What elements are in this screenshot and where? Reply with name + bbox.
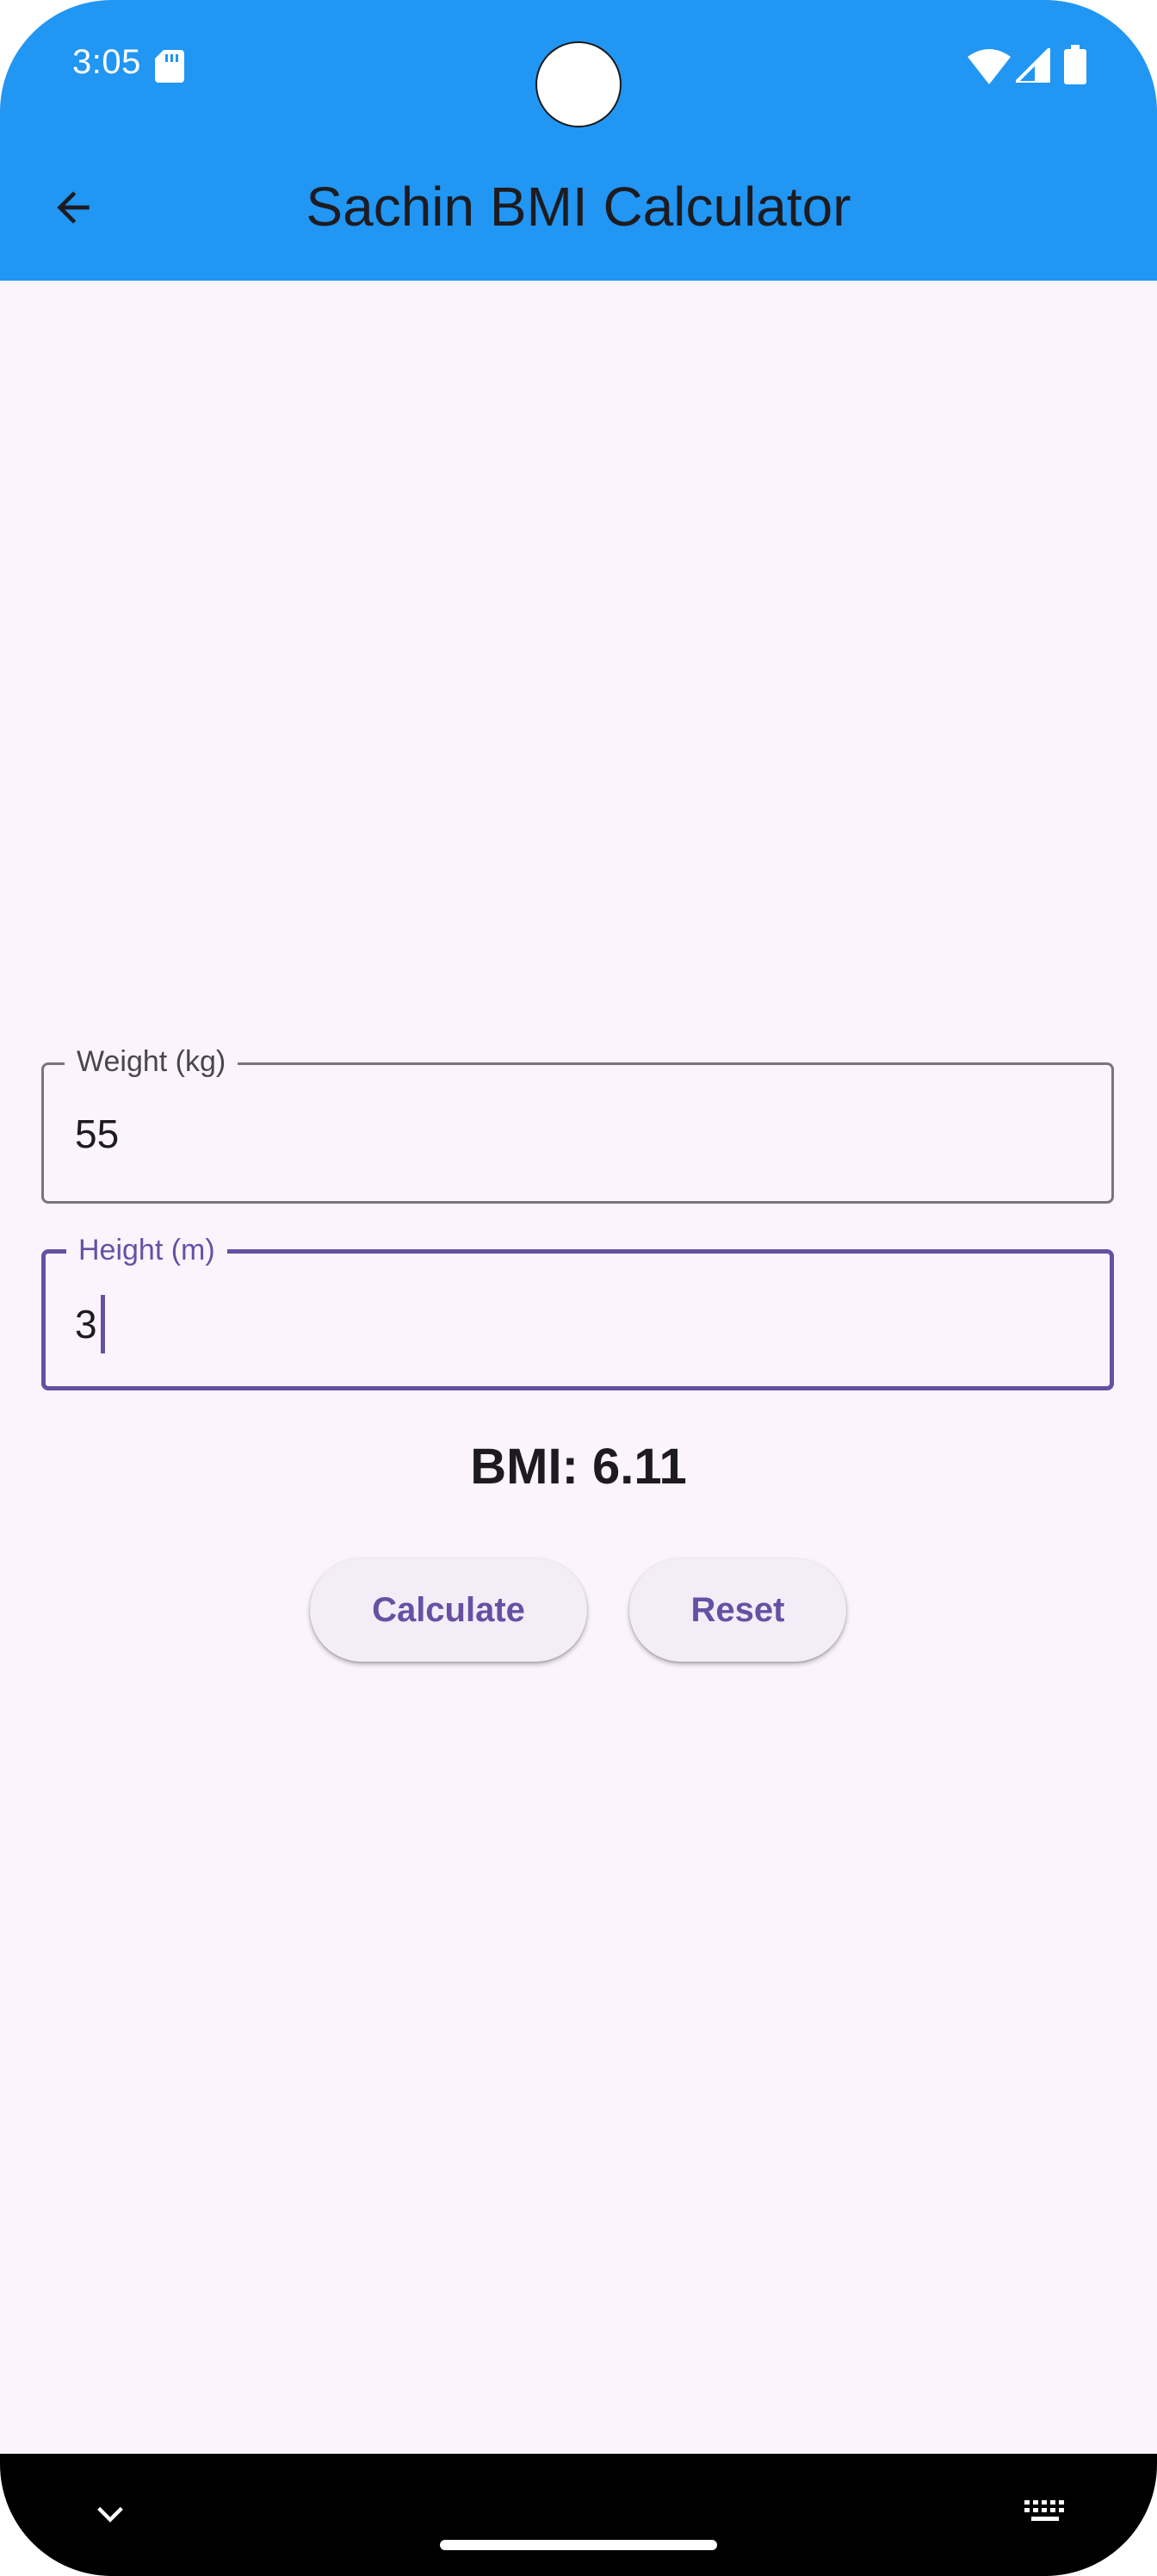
navigation-bar: [0, 2454, 1157, 2576]
battery-icon: [1064, 45, 1086, 84]
height-input[interactable]: 3: [75, 1295, 105, 1353]
height-field[interactable]: Height (m) 3: [41, 1233, 1114, 1390]
height-label: Height (m): [66, 1233, 227, 1267]
text-cursor: [100, 1295, 105, 1353]
reset-button[interactable]: Reset: [629, 1558, 846, 1662]
calculate-button[interactable]: Calculate: [310, 1558, 587, 1662]
sd-card-icon: [155, 50, 184, 83]
weight-label: Weight (kg): [65, 1044, 238, 1079]
chevron-down-icon[interactable]: [93, 2497, 127, 2531]
cellular-signal-icon: [1016, 48, 1050, 83]
height-value: 3: [75, 1302, 97, 1347]
bmi-result: BMI: 6.11: [470, 1439, 687, 1495]
device-screen: 3:05 Sachin BMI Calculator Weight (kg) 5…: [0, 0, 1157, 2576]
weight-value: 55: [75, 1112, 120, 1156]
wifi-icon: [968, 49, 1011, 84]
weight-field[interactable]: Weight (kg) 55: [41, 1044, 1114, 1204]
keyboard-icon[interactable]: [1023, 2499, 1067, 2530]
status-time: 3:05: [72, 43, 141, 81]
camera-cutout: [537, 43, 620, 126]
weight-input[interactable]: 55: [75, 1108, 119, 1160]
app-title: Sachin BMI Calculator: [306, 176, 851, 238]
home-handle[interactable]: [440, 2540, 717, 2550]
app-bar: 3:05 Sachin BMI Calculator: [0, 0, 1157, 281]
